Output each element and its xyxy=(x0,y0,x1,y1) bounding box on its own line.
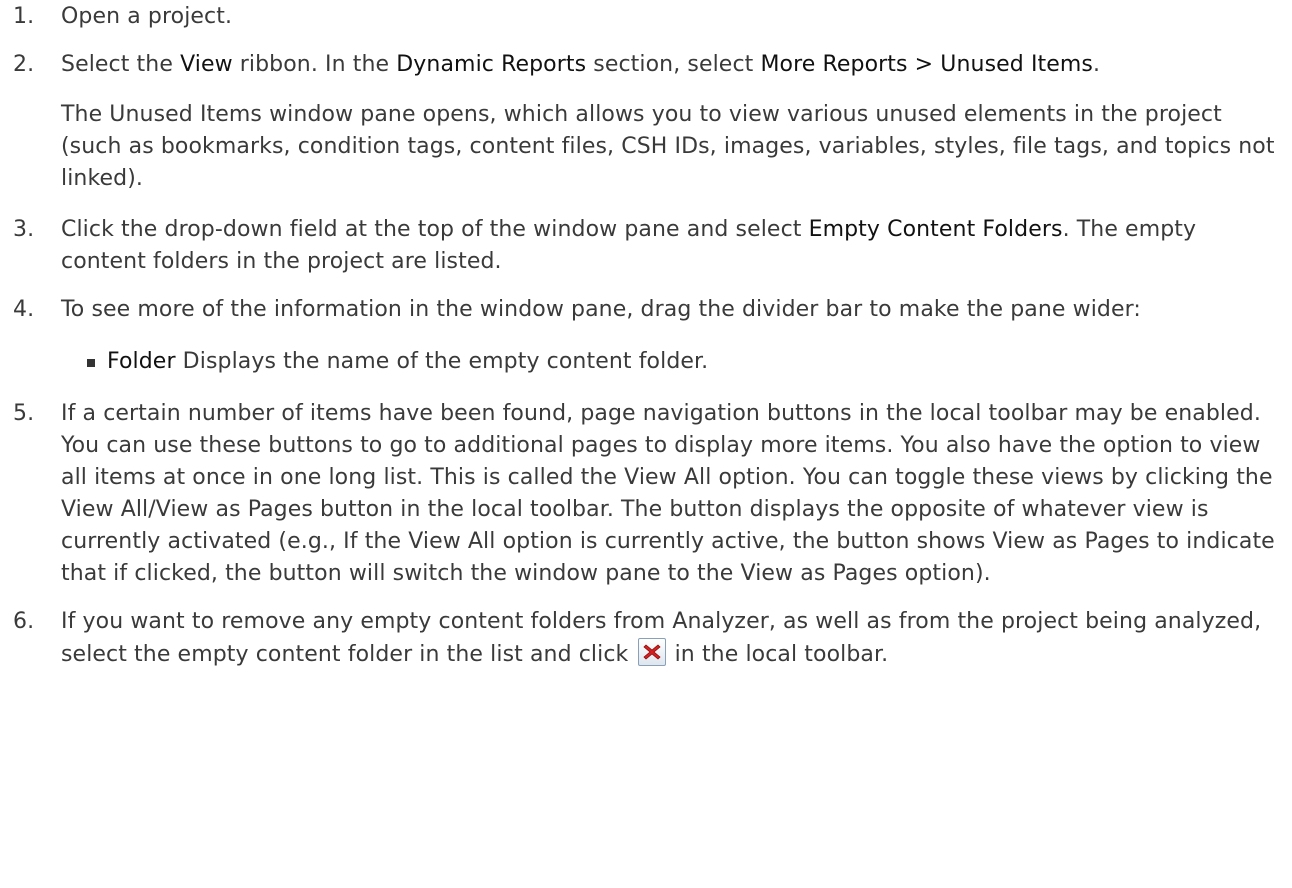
step-4: 4. To see more of the information in the… xyxy=(0,294,1292,326)
step-text: Click the drop-down field at the top of … xyxy=(61,214,1288,278)
text-run: ribbon. In the xyxy=(232,52,397,77)
step-text: Select the View ribbon. In the Dynamic R… xyxy=(61,49,1288,81)
step-number: 3. xyxy=(13,217,35,242)
text-run: Click the drop-down field at the top of … xyxy=(61,217,809,242)
ui-term-empty-content-folders: Empty Content Folders xyxy=(808,217,1063,242)
step-2: 2. Select the View ribbon. In the Dynami… xyxy=(0,49,1292,81)
document: 1. Open a project. 2. Select the View ri… xyxy=(0,0,1292,888)
step-number: 2. xyxy=(13,52,35,77)
step-text: If a certain number of items have been f… xyxy=(61,401,1275,586)
text-run: section, select xyxy=(586,52,761,77)
step-text: Open a project. xyxy=(61,4,233,29)
text-run: . xyxy=(1093,52,1101,77)
bullet-square-icon xyxy=(87,359,95,367)
step-number: 5. xyxy=(13,401,35,426)
step-number: 1. xyxy=(13,4,35,29)
delete-button[interactable] xyxy=(637,638,666,666)
step-2-note: The Unused Items window pane opens, whic… xyxy=(61,102,1275,191)
step-3: 3. Click the drop-down field at the top … xyxy=(0,214,1292,278)
ui-term-view: View xyxy=(180,52,233,77)
step-6: 6. If you want to remove any empty conte… xyxy=(0,606,1292,671)
ui-term-more-reports: More Reports > Unused Items xyxy=(760,52,1093,77)
step-5: 5. If a certain number of items have bee… xyxy=(0,398,1292,590)
text-run: in the local toolbar. xyxy=(667,642,889,667)
step-text: If you want to remove any empty content … xyxy=(61,606,1288,671)
text-run: Select the xyxy=(61,52,181,77)
delete-icon xyxy=(642,644,661,660)
ui-term-dynamic-reports: Dynamic Reports xyxy=(396,52,587,77)
step-number: 6. xyxy=(13,609,35,634)
step-text: To see more of the information in the wi… xyxy=(61,297,1141,322)
bullet-text: Displays the name of the empty content f… xyxy=(175,349,709,374)
step-number: 4. xyxy=(13,297,35,322)
bullet-item-folder: Folder Displays the name of the empty co… xyxy=(0,346,1292,378)
step-1: 1. Open a project. xyxy=(0,1,1292,33)
bullet-term: Folder xyxy=(107,349,176,374)
